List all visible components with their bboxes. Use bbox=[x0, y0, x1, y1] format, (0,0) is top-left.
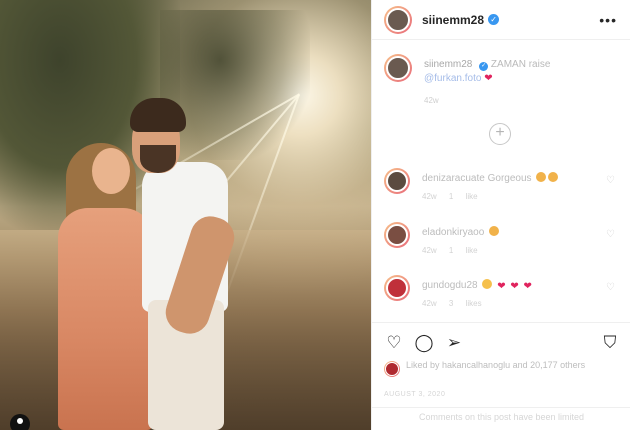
comment-time[interactable]: 42w bbox=[422, 299, 437, 308]
heart-emoji: ❤ bbox=[510, 281, 519, 292]
comment-username[interactable]: denizaracuate bbox=[422, 173, 485, 184]
likes-text[interactable]: Liked by hakancalhanoglu and 20,177 othe… bbox=[406, 359, 606, 371]
verified-badge-icon: ✓ bbox=[488, 14, 500, 25]
avatar[interactable] bbox=[384, 222, 410, 248]
woman-face bbox=[92, 148, 130, 194]
post-date[interactable]: AUGUST 3, 2020 bbox=[384, 391, 445, 398]
comment-likes[interactable]: 3 likes bbox=[449, 299, 482, 308]
tree-foliage bbox=[160, 10, 310, 160]
woman-dress bbox=[58, 208, 153, 430]
heart-eyes-emoji bbox=[536, 172, 547, 182]
comment-meta: 42w 1 like bbox=[422, 192, 478, 201]
share-icon[interactable]: ➢ bbox=[444, 333, 464, 353]
comment-like-icon[interactable]: ♡ bbox=[606, 175, 615, 186]
man-beard bbox=[140, 145, 176, 173]
post-side-panel: siinemm28 ✓ ••• siinemm28 ✓ ZAMAN raise … bbox=[371, 0, 630, 430]
heart-eyes-emoji bbox=[548, 172, 559, 182]
heart-eyes-emoji bbox=[489, 226, 500, 236]
comment-time[interactable]: 42w bbox=[422, 246, 437, 255]
comments-limited-notice: Comments on this post have been limited bbox=[372, 407, 630, 427]
comment-username[interactable]: gundogdu28 bbox=[422, 280, 478, 291]
comment-item: denizaracuate Gorgeous 42w 1 like ♡ bbox=[384, 168, 619, 208]
bookmark-icon[interactable]: ⛉ bbox=[600, 333, 620, 353]
comment-text: denizaracuate Gorgeous bbox=[422, 172, 559, 184]
comment-likes[interactable]: 1 like bbox=[449, 246, 478, 255]
caption-mention-link[interactable]: @furkan.foto bbox=[424, 73, 481, 84]
post-header: siinemm28 ✓ ••• bbox=[372, 0, 630, 40]
avatar[interactable] bbox=[384, 5, 412, 34]
heart-emoji: ❤ bbox=[484, 73, 493, 84]
comment-meta: 42w 1 like bbox=[422, 246, 478, 255]
man-hair bbox=[130, 98, 186, 132]
avatar[interactable] bbox=[384, 361, 400, 377]
caption-body: ZAMAN raise bbox=[490, 59, 551, 70]
heart-icon[interactable]: ♡ bbox=[384, 333, 404, 353]
caption-username[interactable]: siinemm28 bbox=[424, 59, 472, 70]
user-tag-icon[interactable] bbox=[10, 414, 30, 430]
comment-body: Gorgeous bbox=[487, 173, 532, 184]
comment-meta: 42w 3 likes bbox=[422, 299, 482, 308]
comment-likes[interactable]: 1 like bbox=[449, 192, 478, 201]
comment-item: gundogdu28 ❤ ❤ ❤ 42w 3 likes ♡ bbox=[384, 275, 619, 315]
load-more-comments-button[interactable]: + bbox=[489, 123, 511, 145]
avatar[interactable] bbox=[384, 275, 410, 301]
comment-text: eladonkiryaoo bbox=[422, 226, 500, 238]
heart-emoji: ❤ bbox=[523, 281, 532, 292]
comment-text: gundogdu28 ❤ ❤ ❤ bbox=[422, 279, 532, 292]
more-options-icon[interactable]: ••• bbox=[599, 12, 617, 28]
comment-like-icon[interactable]: ♡ bbox=[606, 229, 615, 240]
comment-username[interactable]: eladonkiryaoo bbox=[422, 227, 484, 238]
comment-item: eladonkiryaoo 42w 1 like ♡ bbox=[384, 222, 619, 262]
smile-emoji bbox=[482, 279, 493, 289]
comment-icon[interactable]: ◯ bbox=[414, 333, 434, 353]
header-username[interactable]: siinemm28 bbox=[422, 13, 484, 27]
avatar[interactable] bbox=[384, 54, 412, 82]
post-photo[interactable] bbox=[0, 0, 371, 430]
comment-time[interactable]: 42w bbox=[422, 192, 437, 201]
heart-emoji: ❤ bbox=[497, 281, 506, 292]
post-actions: ♡ ◯ ➢ ⛉ Liked by hakancalhanoglu and 20,… bbox=[372, 322, 630, 422]
caption-text: siinemm28 ✓ ZAMAN raise @furkan.foto ❤ bbox=[424, 58, 614, 86]
caption-timestamp[interactable]: 42w bbox=[424, 96, 439, 105]
comment-like-icon[interactable]: ♡ bbox=[606, 282, 615, 293]
avatar[interactable] bbox=[384, 168, 410, 194]
verified-badge-icon: ✓ bbox=[479, 62, 489, 71]
